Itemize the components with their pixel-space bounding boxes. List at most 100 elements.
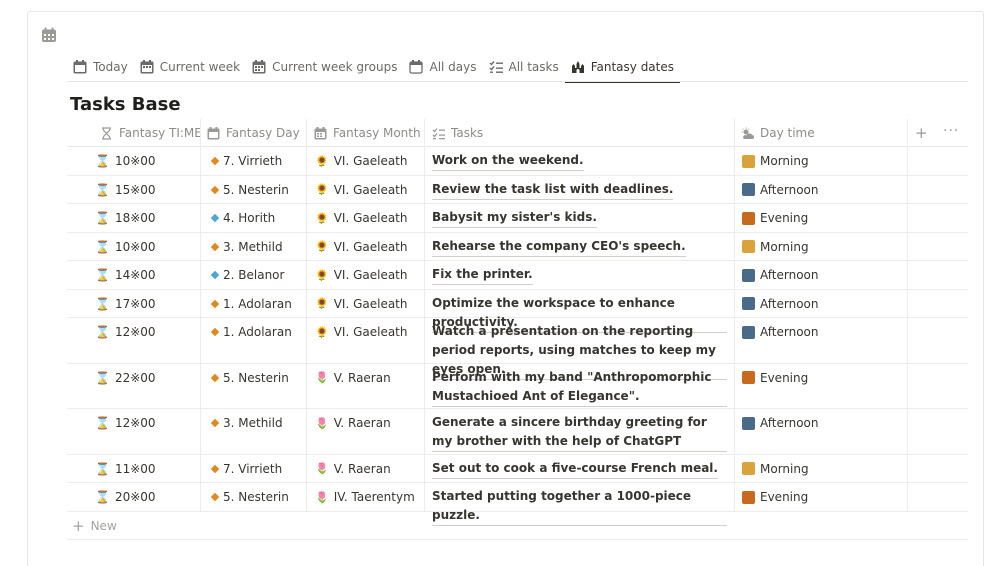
table-row[interactable]: ⌛ 15※00 5. Nesterin 🌻 VI. Gaeleath Review the… (67, 176, 968, 204)
tab-fantasy-dates[interactable]: Fantasy dates (564, 52, 681, 83)
time-cell[interactable]: ⌛ 10※00 (95, 240, 156, 254)
tab-all-tasks[interactable]: All tasks (483, 52, 565, 82)
time-cell[interactable]: ⌛ 12※00 (95, 416, 156, 430)
task-cell[interactable]: Generate a sincere birthday greeting for… (432, 413, 727, 452)
table-row[interactable]: ⌛ 12※00 3. Methild 🌷 V. Raeran Generate a sin… (67, 409, 968, 455)
daytime-cell[interactable]: Afternoon (742, 325, 819, 339)
month-cell[interactable]: 🌷 V. Raeran (315, 416, 391, 430)
month-cell[interactable]: 🌻 VI. Gaeleath (315, 297, 408, 311)
day-cell[interactable]: 1. Adolaran (210, 297, 292, 311)
table-row[interactable]: ⌛ 10※00 7. Virrieth 🌻 VI. Gaeleath Work on th… (67, 147, 968, 176)
time-cell[interactable]: ⌛ 22※00 (95, 371, 156, 385)
table-row[interactable]: ⌛ 22※00 5. Nesterin 🌷 V. Raeran Perform with … (67, 364, 968, 409)
daytime-cell[interactable]: Afternoon (742, 268, 819, 282)
task-cell[interactable]: Fix the printer. (432, 265, 727, 285)
time-cell[interactable]: ⌛ 12※00 (95, 325, 156, 339)
day-cell[interactable]: 5. Nesterin (210, 490, 289, 504)
daytime-value: Evening (760, 370, 809, 385)
task-cell[interactable]: Work on the weekend. (432, 151, 727, 171)
month-cell[interactable]: 🌻 VI. Gaeleath (315, 154, 408, 168)
diamond-icon (210, 156, 220, 166)
table-row[interactable]: ⌛ 18※00 4. Horith 🌻 VI. Gaeleath Babysit my s… (67, 204, 968, 233)
month-value: VI. Gaeleath (333, 296, 408, 311)
hourglass-icon: ⌛ (95, 370, 110, 385)
task-cell[interactable]: Perform with my band "Anthropomorphic Mu… (432, 368, 727, 407)
month-cell[interactable]: 🌻 VI. Gaeleath (315, 240, 408, 254)
column-header-fantasy-month[interactable]: Fantasy Month (314, 119, 421, 147)
time-cell[interactable]: ⌛ 15※00 (95, 183, 156, 197)
day-cell[interactable]: 3. Methild (210, 416, 283, 430)
day-cell[interactable]: 2. Belanor (210, 268, 284, 282)
tab-all-days[interactable]: All days (403, 52, 482, 82)
new-row-button[interactable]: + New (67, 512, 968, 540)
month-cell[interactable]: 🌻 VI. Gaeleath (315, 325, 408, 339)
task-title: Babysit my sister's kids. (432, 208, 597, 228)
day-value: 7. Virrieth (223, 461, 283, 476)
hourglass-icon: ⌛ (95, 461, 110, 476)
task-cell[interactable]: Review the task list with deadlines. (432, 180, 727, 200)
diamond-icon (210, 242, 220, 251)
month-value: IV. Taerentym (333, 490, 415, 504)
column-label: Fantasy Day (226, 126, 300, 140)
column-header-tasks[interactable]: Tasks (432, 119, 483, 147)
table-row[interactable]: ⌛ 11※00 7. Virrieth 🌷 V. Raeran Set out to co… (67, 455, 968, 483)
diamond-icon (210, 418, 220, 428)
column-header-day-time[interactable]: Day time (741, 119, 815, 147)
daytime-icon (742, 297, 755, 310)
day-cell[interactable]: 5. Nesterin (210, 371, 289, 385)
tab-current-week[interactable]: Current week (134, 52, 246, 82)
month-cell[interactable]: 🌻 VI. Gaeleath (315, 211, 408, 225)
time-cell[interactable]: ⌛ 17※00 (95, 297, 156, 311)
daytime-cell[interactable]: Evening (742, 371, 808, 385)
time-value: 12※00 (114, 416, 156, 430)
time-cell[interactable]: ⌛ 20※00 (95, 490, 156, 504)
table-row[interactable]: ⌛ 12※00 1. Adolaran 🌻 VI. Gaeleath Watch a pr… (67, 318, 968, 380)
day-cell[interactable]: 7. Virrieth (210, 461, 283, 476)
daytime-cell[interactable]: Morning (742, 240, 809, 254)
daytime-cell[interactable]: Afternoon (742, 416, 819, 430)
add-property-button[interactable]: + (915, 125, 928, 141)
task-title: Work on the weekend. (432, 151, 584, 171)
time-cell[interactable]: ⌛ 14※00 (95, 268, 156, 282)
time-cell[interactable]: ⌛ 11※00 (95, 462, 156, 476)
month-cell[interactable]: 🌻 VI. Gaeleath (315, 268, 408, 282)
column-header-fantasy-day[interactable]: Fantasy Day (207, 119, 300, 147)
task-cell[interactable]: Set out to cook a five-course French mea… (432, 459, 727, 479)
month-cell[interactable]: 🌷 V. Raeran (315, 462, 391, 476)
daytime-cell[interactable]: Afternoon (742, 183, 819, 197)
task-cell[interactable]: Rehearse the company CEO's speech. (432, 237, 727, 257)
month-cell[interactable]: 🌻 VI. Gaeleath (315, 183, 408, 197)
daytime-cell[interactable]: Afternoon (742, 297, 819, 311)
tab-today[interactable]: Today (67, 52, 134, 82)
day-cell[interactable]: 5. Nesterin (210, 183, 289, 197)
plus-icon: + (72, 516, 85, 535)
table-row[interactable]: ⌛ 20※00 5. Nesterin 🌷 IV. Taerentym Started p… (67, 483, 968, 526)
sunflower-icon: 🌻 (315, 240, 329, 253)
tab-current-week-groups[interactable]: Current week groups (246, 52, 403, 82)
table-row[interactable]: ⌛ 17※00 1. Adolaran 🌻 VI. Gaeleath Optimize t… (67, 290, 968, 333)
hourglass-icon: ⌛ (95, 268, 110, 282)
time-cell[interactable]: ⌛ 18※00 (95, 211, 156, 225)
month-cell[interactable]: 🌷 IV. Taerentym (315, 490, 415, 504)
sunflower-icon: 🌻 (315, 297, 329, 310)
task-title: Fix the printer. (432, 265, 533, 285)
daytime-cell[interactable]: Morning (742, 462, 809, 476)
daytime-cell[interactable]: Evening (742, 211, 808, 225)
day-cell[interactable]: 4. Horith (210, 211, 275, 225)
more-options-button[interactable]: ··· (943, 123, 959, 139)
daytime-cell[interactable]: Evening (742, 490, 808, 504)
hourglass-icon (102, 126, 111, 140)
table-row[interactable]: ⌛ 14※00 2. Belanor 🌻 VI. Gaeleath Fix the pri… (67, 261, 968, 290)
column-header-fantasy-time[interactable]: Fantasy TI:ME (100, 119, 202, 147)
tab-label: All days (429, 60, 477, 74)
task-cell[interactable]: Babysit my sister's kids. (432, 208, 727, 228)
day-cell[interactable]: 7. Virrieth (210, 154, 282, 168)
daytime-cell[interactable]: Morning (742, 154, 809, 168)
daytime-value: Morning (760, 154, 809, 168)
table-row[interactable]: ⌛ 10※00 3. Methild 🌻 VI. Gaeleath Rehearse th… (67, 233, 968, 261)
day-cell[interactable]: 1. Adolaran (210, 325, 292, 339)
month-cell[interactable]: 🌷 V. Raeran (315, 371, 391, 385)
time-cell[interactable]: ⌛ 10※00 (95, 154, 156, 168)
checklist-icon (489, 61, 503, 73)
day-cell[interactable]: 3. Methild (210, 240, 283, 254)
